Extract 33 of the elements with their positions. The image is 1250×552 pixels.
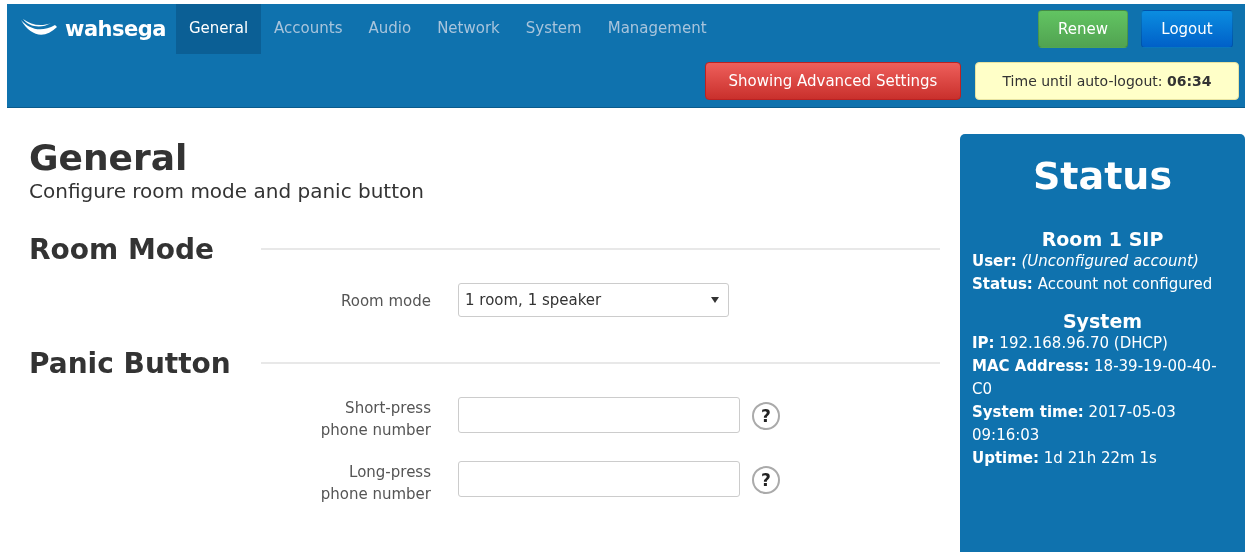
- logo-text: wahsega: [65, 17, 166, 41]
- status-line: User: (Unconfigured account): [972, 251, 1200, 272]
- phone-number-field[interactable]: [458, 397, 740, 433]
- status-line: MAC Address: 18-39-19-00-40-C0: [972, 356, 1218, 400]
- auto-logout-timer: Time until auto-logout: 06:34: [975, 62, 1239, 100]
- status-group-heading: Room 1 SIP: [1040, 228, 1165, 250]
- field-label: Short-press phone number: [319, 398, 431, 441]
- logout-button[interactable]: Logout: [1141, 10, 1233, 48]
- status-line: IP: 192.168.96.70 (DHCP): [972, 333, 1169, 354]
- renew-button[interactable]: Renew: [1038, 10, 1128, 48]
- page-title: General: [29, 138, 189, 178]
- status-group-heading: System: [1061, 310, 1144, 332]
- nav-tab[interactable]: Accounts: [261, 4, 356, 54]
- advanced-settings-button[interactable]: Showing Advanced Settings: [705, 62, 961, 100]
- section-heading: Panic Button: [29, 346, 232, 380]
- status-line: System time: 2017-05-03 09:16:03: [972, 402, 1177, 446]
- status-line: Status: Account not configured: [972, 274, 1214, 295]
- status-title: Status: [1032, 154, 1173, 198]
- nav-tab[interactable]: Network: [424, 4, 513, 54]
- field-label: Long-press phone number: [319, 462, 431, 505]
- room-mode-dropdown[interactable]: 1 room, 1 speaker: [458, 283, 729, 317]
- field-label: Room mode: [339, 291, 431, 312]
- phone-number-field[interactable]: [458, 461, 740, 497]
- nav-tab[interactable]: Management: [594, 4, 720, 54]
- nav-tab[interactable]: General: [175, 4, 262, 54]
- help-button[interactable]: ?: [752, 402, 780, 430]
- status-line: Uptime: 1d 21h 22m 1s: [972, 448, 1158, 469]
- section-heading: Room Mode: [29, 232, 216, 266]
- caret-icon: [711, 297, 719, 303]
- page-subtitle: Configure room mode and panic button: [29, 179, 425, 203]
- nav-tab[interactable]: Audio: [355, 4, 425, 54]
- help-button[interactable]: ?: [752, 466, 780, 494]
- nav-tab[interactable]: System: [512, 4, 595, 54]
